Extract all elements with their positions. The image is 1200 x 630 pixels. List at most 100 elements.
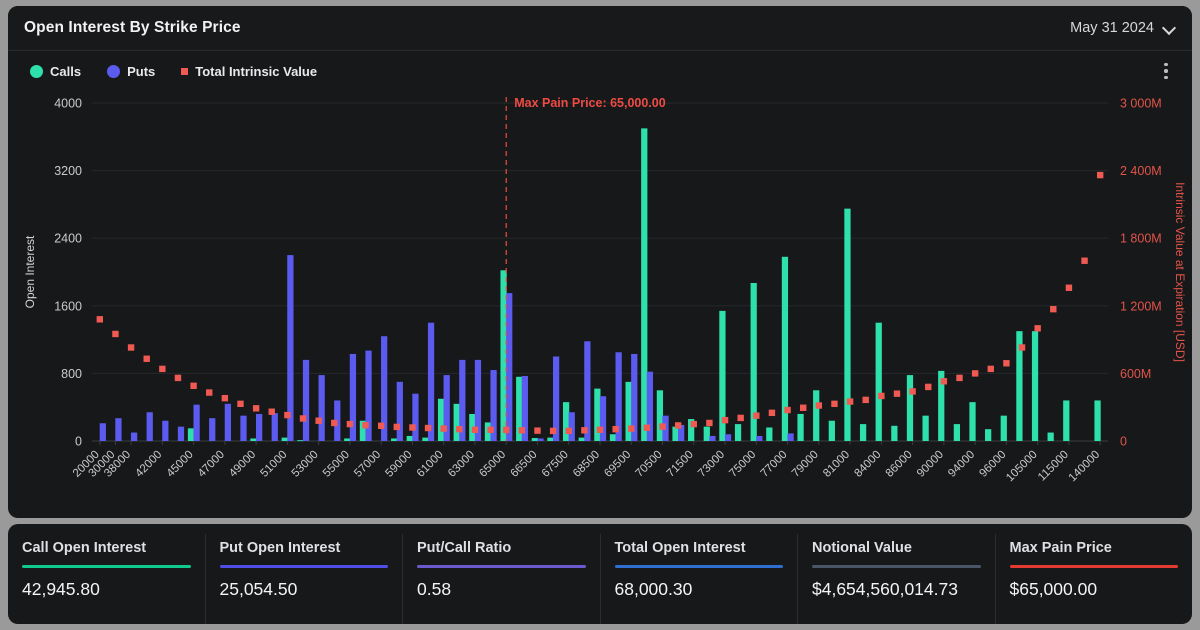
intrinsic-value-marker[interactable] [1097, 172, 1103, 178]
put-bar[interactable] [178, 427, 184, 441]
call-bar[interactable] [594, 389, 600, 441]
intrinsic-value-marker[interactable] [503, 427, 509, 433]
intrinsic-value-marker[interactable] [237, 401, 243, 407]
intrinsic-value-marker[interactable] [691, 421, 697, 427]
call-bar[interactable] [407, 436, 413, 441]
call-bar[interactable] [922, 416, 928, 441]
intrinsic-value-marker[interactable] [628, 425, 634, 431]
intrinsic-value-marker[interactable] [378, 423, 384, 429]
intrinsic-value-marker[interactable] [1019, 344, 1025, 350]
intrinsic-value-marker[interactable] [784, 407, 790, 413]
intrinsic-value-marker[interactable] [144, 356, 150, 362]
call-bar[interactable] [1094, 400, 1100, 441]
call-bar[interactable] [422, 438, 428, 441]
intrinsic-value-marker[interactable] [519, 427, 525, 433]
put-bar[interactable] [303, 360, 309, 441]
intrinsic-value-marker[interactable] [831, 401, 837, 407]
intrinsic-value-marker[interactable] [472, 427, 478, 433]
put-bar[interactable] [725, 434, 731, 441]
intrinsic-value-marker[interactable] [706, 420, 712, 426]
intrinsic-value-marker[interactable] [737, 415, 743, 421]
intrinsic-value-marker[interactable] [440, 425, 446, 431]
intrinsic-value-marker[interactable] [566, 428, 572, 434]
intrinsic-value-marker[interactable] [97, 316, 103, 322]
intrinsic-value-marker[interactable] [112, 331, 118, 337]
call-bar[interactable] [344, 438, 350, 441]
put-bar[interactable] [209, 418, 215, 441]
intrinsic-value-marker[interactable] [878, 393, 884, 399]
intrinsic-value-marker[interactable] [206, 389, 212, 395]
call-bar[interactable] [704, 427, 710, 441]
intrinsic-value-marker[interactable] [956, 375, 962, 381]
intrinsic-value-marker[interactable] [175, 375, 181, 381]
call-bar[interactable] [1048, 433, 1054, 441]
put-bar[interactable] [115, 418, 121, 441]
intrinsic-value-marker[interactable] [644, 425, 650, 431]
intrinsic-value-marker[interactable] [1003, 360, 1009, 366]
put-bar[interactable] [147, 412, 153, 441]
intrinsic-value-marker[interactable] [284, 412, 290, 418]
intrinsic-value-marker[interactable] [347, 421, 353, 427]
call-bar[interactable] [188, 428, 194, 441]
call-bar[interactable] [454, 404, 460, 441]
call-bar[interactable] [954, 424, 960, 441]
intrinsic-value-marker[interactable] [1081, 258, 1087, 264]
put-bar[interactable] [569, 412, 575, 441]
intrinsic-value-marker[interactable] [269, 409, 275, 415]
intrinsic-value-marker[interactable] [425, 425, 431, 431]
intrinsic-value-marker[interactable] [863, 397, 869, 403]
call-bar[interactable] [969, 402, 975, 441]
put-bar[interactable] [787, 433, 793, 441]
intrinsic-value-marker[interactable] [534, 427, 540, 433]
intrinsic-value-marker[interactable] [597, 427, 603, 433]
call-bar[interactable] [282, 438, 288, 441]
put-bar[interactable] [193, 405, 199, 441]
put-bar[interactable] [756, 436, 762, 441]
put-bar[interactable] [225, 404, 231, 441]
call-bar[interactable] [579, 438, 585, 441]
call-bar[interactable] [1032, 331, 1038, 441]
call-bar[interactable] [626, 382, 632, 441]
put-bar[interactable] [319, 375, 325, 441]
intrinsic-value-marker[interactable] [769, 410, 775, 416]
put-bar[interactable] [350, 354, 356, 441]
call-bar[interactable] [829, 421, 835, 441]
legend-item-puts[interactable]: Puts [107, 64, 155, 79]
intrinsic-value-marker[interactable] [753, 412, 759, 418]
open-interest-plot[interactable]: 080016002400320040000600M1 200M1 800M2 4… [8, 91, 1192, 518]
put-bar[interactable] [397, 382, 403, 441]
intrinsic-value-marker[interactable] [941, 378, 947, 384]
intrinsic-value-marker[interactable] [300, 415, 306, 421]
intrinsic-value-marker[interactable] [128, 344, 134, 350]
intrinsic-value-marker[interactable] [925, 384, 931, 390]
call-bar[interactable] [547, 438, 553, 441]
intrinsic-value-marker[interactable] [456, 426, 462, 432]
intrinsic-value-marker[interactable] [1050, 306, 1056, 312]
intrinsic-value-marker[interactable] [315, 418, 321, 424]
put-bar[interactable] [256, 414, 262, 441]
put-bar[interactable] [506, 293, 512, 441]
put-bar[interactable] [428, 323, 434, 441]
intrinsic-value-marker[interactable] [394, 424, 400, 430]
intrinsic-value-marker[interactable] [222, 395, 228, 401]
date-picker[interactable]: May 31 2024 [1070, 20, 1176, 36]
put-bar[interactable] [584, 341, 590, 441]
call-bar[interactable] [391, 438, 397, 441]
intrinsic-value-marker[interactable] [894, 390, 900, 396]
call-bar[interactable] [844, 209, 850, 441]
call-bar[interactable] [907, 375, 913, 441]
put-bar[interactable] [131, 433, 137, 441]
call-bar[interactable] [657, 390, 663, 441]
intrinsic-value-marker[interactable] [550, 428, 556, 434]
call-bar[interactable] [438, 399, 444, 441]
intrinsic-value-marker[interactable] [612, 426, 618, 432]
legend-item-calls[interactable]: Calls [30, 64, 81, 79]
intrinsic-value-marker[interactable] [581, 427, 587, 433]
intrinsic-value-marker[interactable] [675, 422, 681, 428]
intrinsic-value-marker[interactable] [722, 417, 728, 423]
intrinsic-value-marker[interactable] [988, 366, 994, 372]
call-bar[interactable] [985, 429, 991, 441]
call-bar[interactable] [891, 426, 897, 441]
intrinsic-value-marker[interactable] [409, 424, 415, 430]
intrinsic-value-marker[interactable] [1034, 325, 1040, 331]
